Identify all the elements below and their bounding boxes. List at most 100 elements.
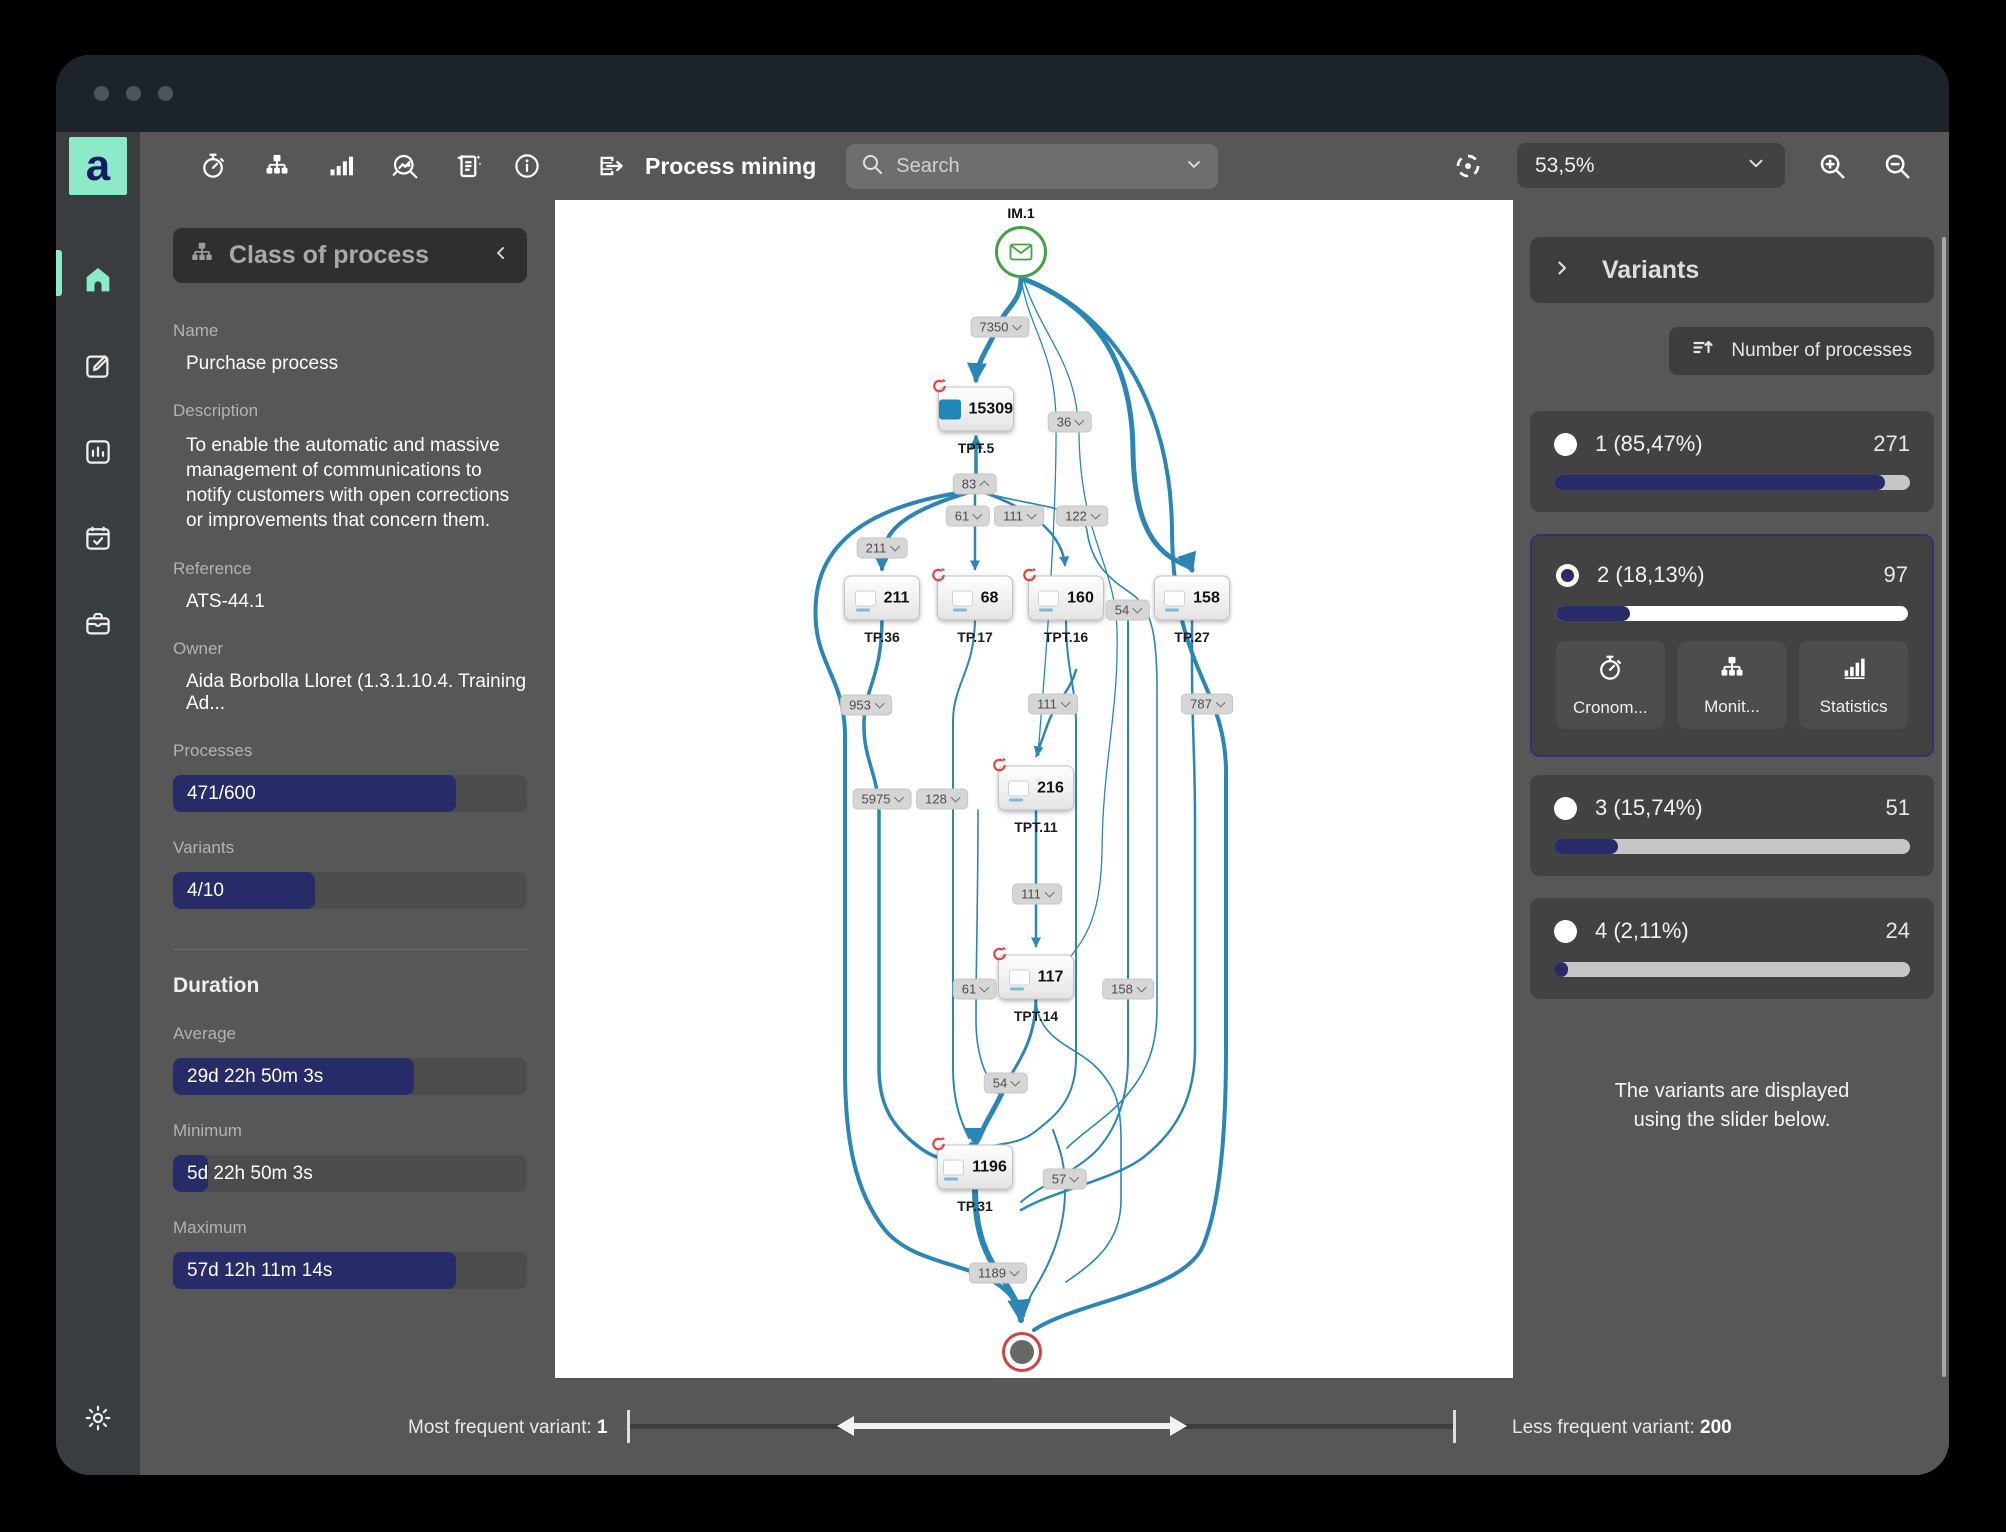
app-logo[interactable]: a bbox=[69, 137, 127, 195]
variants-title: Variants bbox=[1602, 256, 1699, 285]
edge-frequency-label-128[interactable]: 128 bbox=[916, 789, 968, 810]
node-label-TP.27: TP.27 bbox=[1174, 629, 1210, 645]
process-node-TPT.11[interactable]: 216 bbox=[998, 766, 1074, 811]
briefcase-icon[interactable] bbox=[81, 607, 115, 641]
edge-frequency-label-1189[interactable]: 1189 bbox=[969, 1263, 1027, 1284]
variant-4-bar bbox=[1554, 962, 1910, 977]
stopwatch-icon[interactable] bbox=[193, 146, 233, 186]
minimum-duration-bar: 5d 22h 50m 3s bbox=[173, 1155, 527, 1192]
end-event-node[interactable] bbox=[1002, 1332, 1042, 1372]
process-node-TP.36[interactable]: 211 bbox=[844, 576, 920, 621]
zoom-out-icon[interactable] bbox=[1877, 146, 1917, 186]
window-close-button[interactable] bbox=[94, 86, 109, 101]
slider-right-arrow-icon[interactable] bbox=[1170, 1416, 1187, 1436]
page-title: Process mining bbox=[645, 153, 816, 180]
process-node-TP.17[interactable]: 68 bbox=[937, 576, 1013, 621]
edge-frequency-value: 128 bbox=[925, 792, 947, 807]
vertical-scrollbar[interactable] bbox=[1942, 237, 1946, 1377]
node-label-TPT.5: TPT.5 bbox=[958, 440, 995, 456]
edge-frequency-label-111[interactable]: 111 bbox=[1012, 884, 1062, 905]
process-tree-icon[interactable] bbox=[257, 146, 297, 186]
left-sidebar: a bbox=[56, 132, 140, 1475]
process-node-TPT.14[interactable]: 117 bbox=[998, 955, 1074, 1000]
edge-frequency-label-36[interactable]: 36 bbox=[1048, 412, 1092, 433]
edge-frequency-value: 5975 bbox=[862, 792, 891, 807]
edge-frequency-label-211[interactable]: 211 bbox=[857, 538, 908, 559]
report-sparkle-icon[interactable] bbox=[449, 146, 489, 186]
edge-frequency-label-111[interactable]: 111 bbox=[1028, 694, 1078, 715]
monitoring-button[interactable]: Monit... bbox=[1678, 641, 1787, 729]
process-diagram-canvas[interactable]: IM.115309TPT.5211TP.3668TP.17160TPT.1615… bbox=[555, 200, 1513, 1378]
process-node-TP.31[interactable]: 1196 bbox=[937, 1145, 1013, 1190]
variant-2-radio[interactable] bbox=[1556, 564, 1579, 587]
edge-frequency-label-57[interactable]: 57 bbox=[1043, 1169, 1087, 1190]
maximum-duration-bar: 57d 12h 11m 14s bbox=[173, 1252, 527, 1289]
edge-frequency-label-61[interactable]: 61 bbox=[946, 506, 990, 527]
settings-gear-icon[interactable] bbox=[81, 1401, 115, 1435]
search-box[interactable] bbox=[846, 144, 1218, 189]
slider-range[interactable] bbox=[852, 1423, 1172, 1429]
variant-card-2[interactable]: 2 (18,13%) 97 Cronom... bbox=[1530, 534, 1934, 757]
edge-frequency-label-54[interactable]: 54 bbox=[1106, 600, 1150, 621]
variant-1-radio[interactable] bbox=[1554, 433, 1577, 456]
statistics-button[interactable]: Statistics bbox=[1799, 641, 1908, 729]
processes-progress-bar: 471/600 bbox=[173, 775, 527, 812]
zoom-in-icon[interactable] bbox=[1812, 146, 1852, 186]
search-chevron-down-icon[interactable] bbox=[1184, 154, 1204, 179]
expand-chevron-right-icon[interactable] bbox=[1552, 258, 1572, 283]
compose-icon[interactable] bbox=[81, 349, 115, 383]
variant-card-1[interactable]: 1 (85,47%) 271 bbox=[1530, 411, 1934, 512]
window-maximize-button[interactable] bbox=[158, 86, 173, 101]
toolbar: Process mining 53,5% bbox=[140, 132, 1949, 200]
chevron-down-icon bbox=[950, 793, 960, 803]
search-input[interactable] bbox=[896, 155, 1172, 178]
edge-frequency-label-158[interactable]: 158 bbox=[1102, 979, 1154, 1000]
window-minimize-button[interactable] bbox=[126, 86, 141, 101]
calendar-check-icon[interactable] bbox=[81, 521, 115, 555]
activity-icon bbox=[1164, 590, 1185, 606]
slider-right-bound[interactable] bbox=[1453, 1410, 1456, 1443]
process-node-TPT.16[interactable]: 160 bbox=[1028, 576, 1104, 621]
stopwatch-icon bbox=[1595, 653, 1625, 688]
edge-frequency-label-83[interactable]: 83 bbox=[953, 474, 997, 495]
edge-frequency-label-122[interactable]: 122 bbox=[1056, 506, 1108, 527]
node-label-TP.36: TP.36 bbox=[864, 629, 900, 645]
start-event-node[interactable] bbox=[995, 226, 1047, 278]
collapse-chevron-left-icon[interactable] bbox=[491, 243, 511, 268]
node-count: 216 bbox=[1037, 779, 1064, 797]
number-of-processes-sort-button[interactable]: Number of processes bbox=[1669, 327, 1934, 375]
variant-4-radio[interactable] bbox=[1554, 920, 1577, 943]
edge-frequency-label-111[interactable]: 111 bbox=[994, 506, 1044, 527]
statistics-button-label: Statistics bbox=[1820, 697, 1888, 717]
variant-3-radio[interactable] bbox=[1554, 797, 1577, 820]
slider-left-arrow-icon[interactable] bbox=[837, 1416, 854, 1436]
bar-chart-icon[interactable] bbox=[321, 146, 361, 186]
process-node-TPT.5[interactable]: 15309 bbox=[938, 387, 1014, 432]
edge-frequency-label-61[interactable]: 61 bbox=[953, 979, 997, 1000]
node-label-TPT.14: TPT.14 bbox=[1014, 1008, 1058, 1024]
process-node-TP.27[interactable]: 158 bbox=[1154, 576, 1230, 621]
locate-icon[interactable] bbox=[1448, 146, 1488, 186]
zoom-level-dropdown[interactable]: 53,5% bbox=[1517, 143, 1785, 188]
class-of-process-header[interactable]: Class of process bbox=[173, 228, 527, 283]
average-label: Average bbox=[173, 1024, 527, 1044]
variant-card-4[interactable]: 4 (2,11%) 24 bbox=[1530, 898, 1934, 999]
variant-4-count: 24 bbox=[1886, 918, 1910, 944]
edge-frequency-label-54[interactable]: 54 bbox=[984, 1073, 1028, 1094]
variant-card-3[interactable]: 3 (15,74%) 51 bbox=[1530, 775, 1934, 876]
export-icon[interactable] bbox=[591, 146, 631, 186]
chevron-down-icon bbox=[890, 542, 900, 552]
search-analytics-icon[interactable] bbox=[385, 146, 425, 186]
chevron-down-icon bbox=[1075, 416, 1085, 426]
chart-box-icon[interactable] bbox=[81, 435, 115, 469]
variants-header[interactable]: Variants bbox=[1530, 237, 1934, 303]
variant-4-bar-fill bbox=[1554, 962, 1568, 977]
panel-title: Class of process bbox=[229, 241, 429, 270]
edge-frequency-label-5975[interactable]: 5975 bbox=[853, 789, 912, 810]
home-icon[interactable] bbox=[81, 263, 115, 297]
edge-frequency-label-787[interactable]: 787 bbox=[1181, 694, 1233, 715]
info-icon[interactable] bbox=[507, 146, 547, 186]
edge-frequency-label-953[interactable]: 953 bbox=[840, 695, 892, 716]
chronometry-button[interactable]: Cronom... bbox=[1556, 641, 1665, 729]
edge-frequency-label-7350[interactable]: 7350 bbox=[971, 317, 1030, 338]
